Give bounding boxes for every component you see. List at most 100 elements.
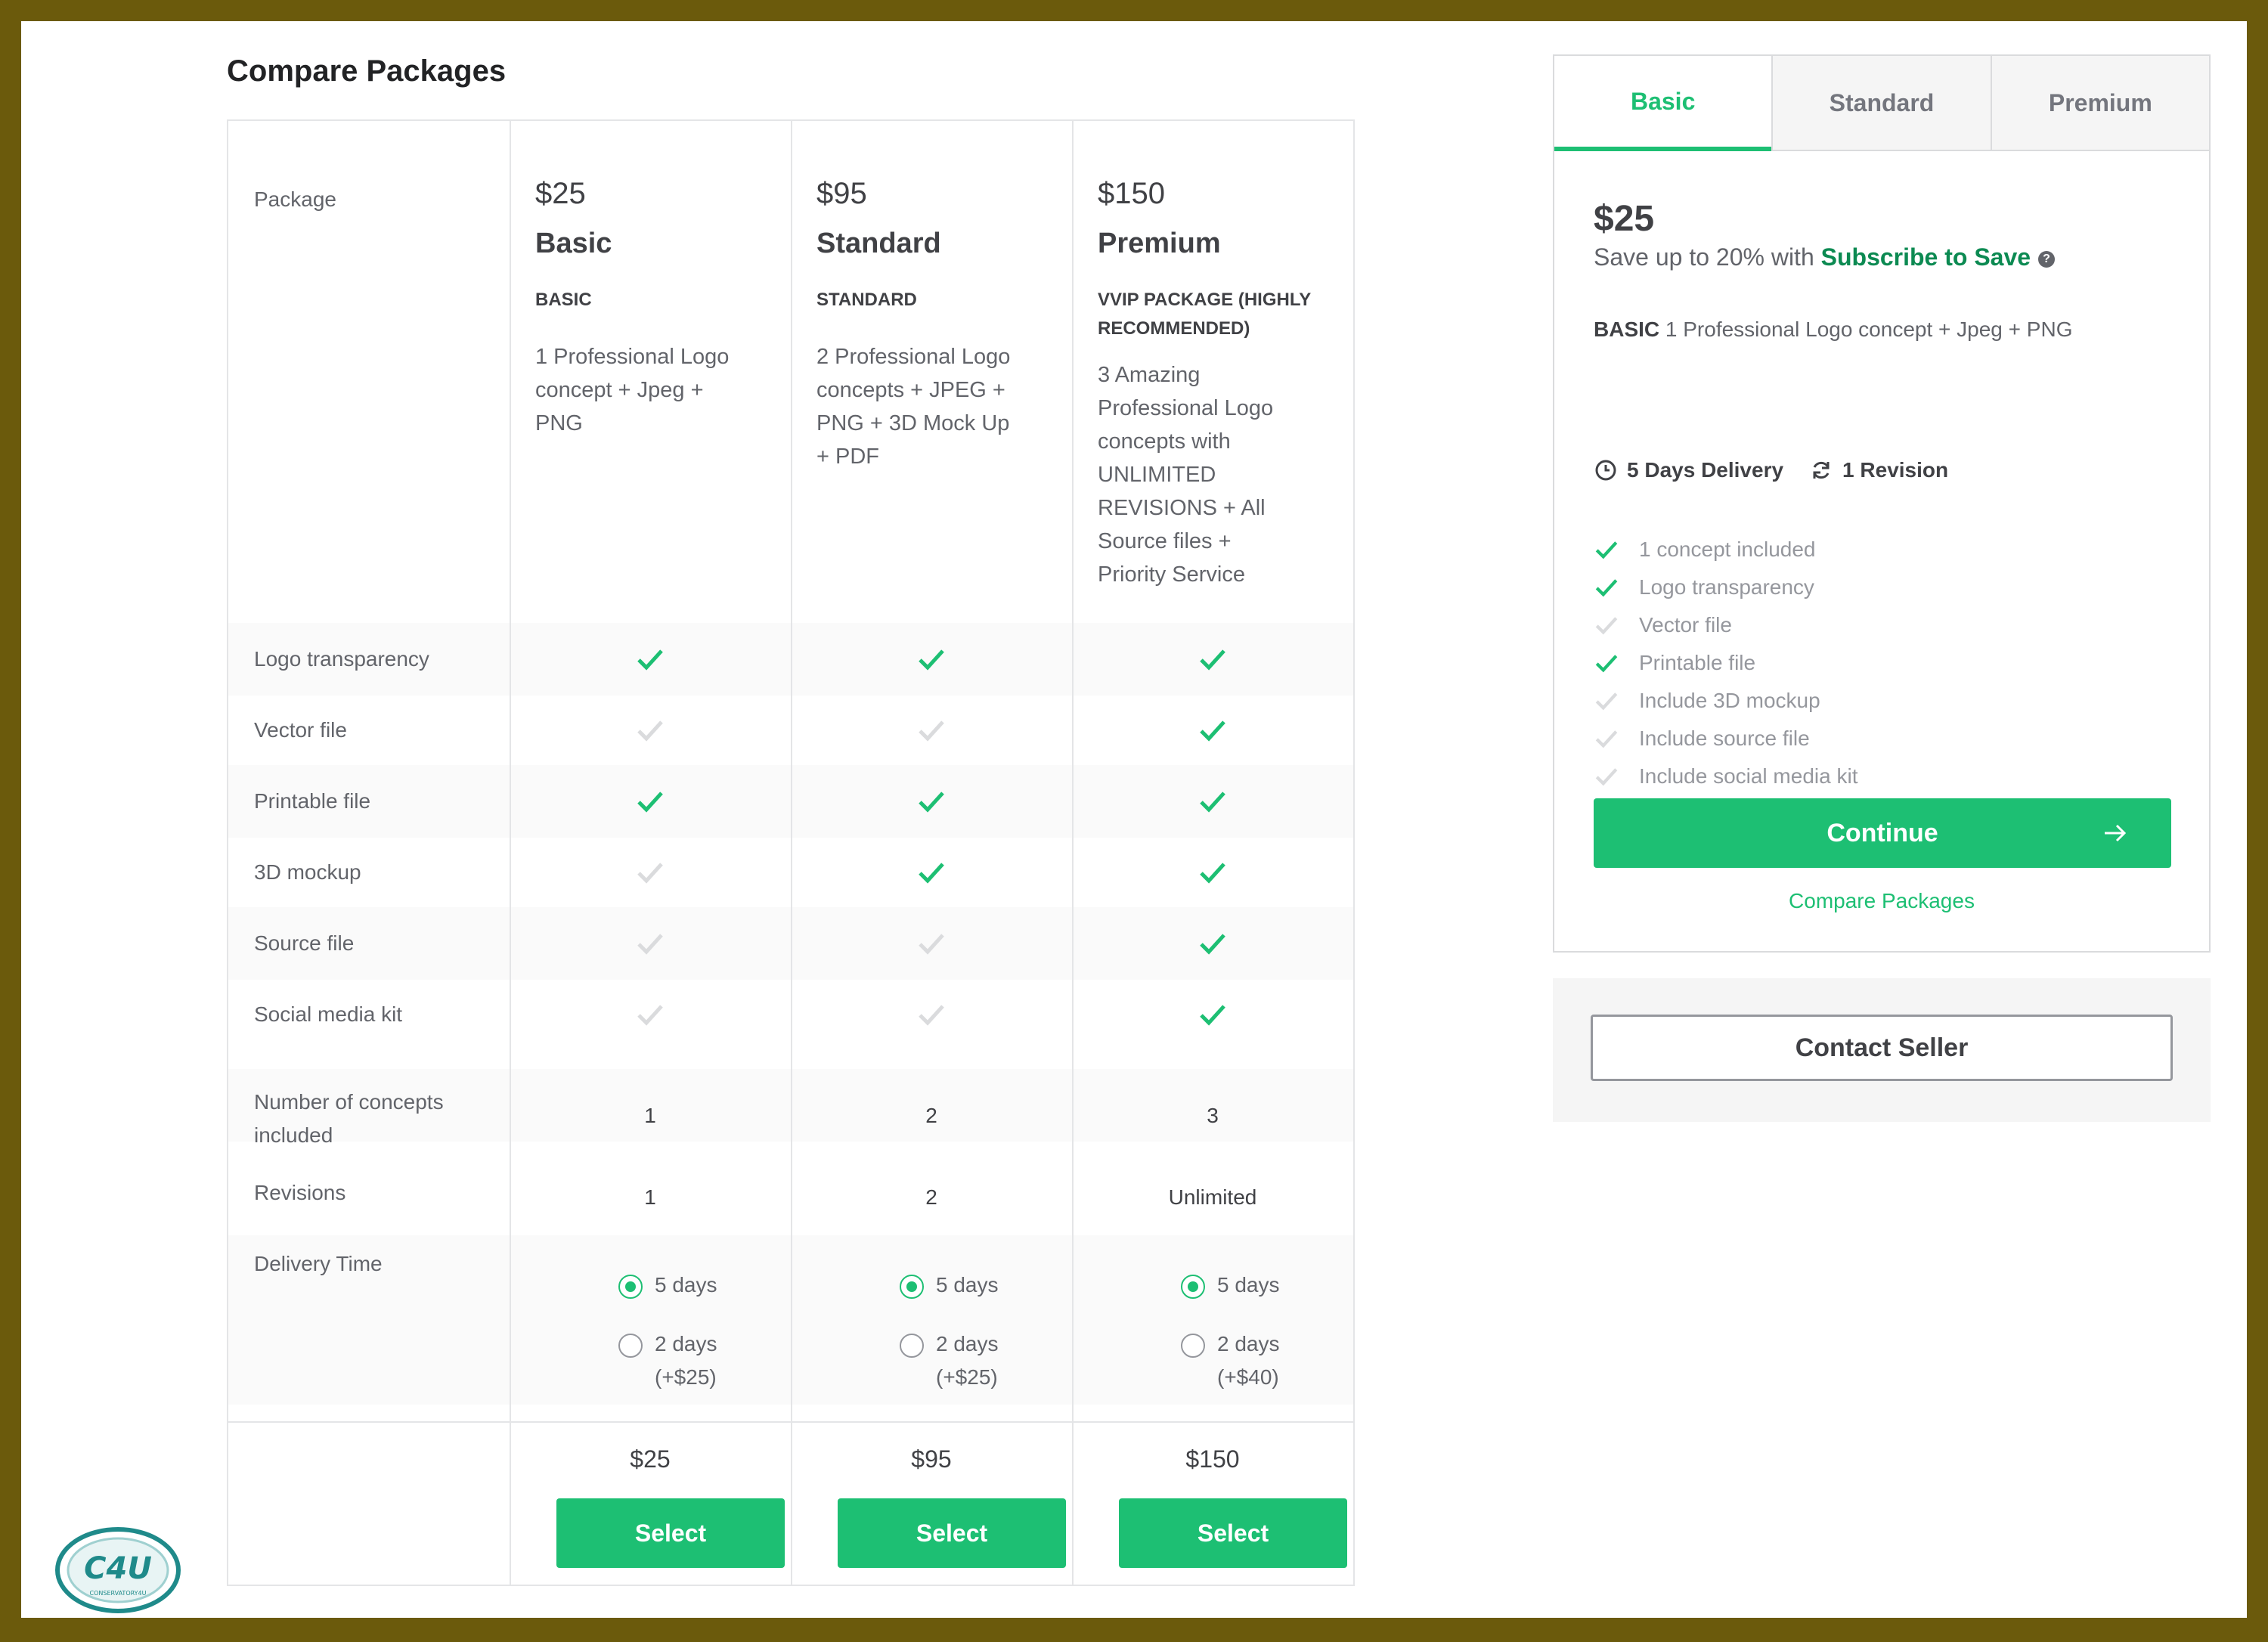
desc-line: concept + Jpeg + bbox=[535, 378, 704, 402]
tag-line: VVIP PACKAGE (HIGHLY bbox=[1098, 290, 1312, 310]
delivery-option-extra: (+$40) bbox=[1217, 1365, 1279, 1389]
delivery-option-extra: (+$25) bbox=[936, 1365, 998, 1389]
tab-basic[interactable]: Basic bbox=[1554, 56, 1772, 151]
check-icon bbox=[919, 649, 944, 671]
sidebar-feature: Include 3D mockup bbox=[1594, 688, 1820, 714]
check-icon-muted bbox=[919, 1005, 944, 1026]
delivery-option-extra: (+$25) bbox=[655, 1365, 717, 1389]
delivery-radio-5-days[interactable] bbox=[900, 1275, 924, 1299]
delivery-option-label: 2 days bbox=[655, 1332, 717, 1355]
delivery-option-label: 5 days bbox=[936, 1273, 999, 1297]
feature-label: Printable file bbox=[254, 789, 371, 813]
continue-button[interactable]: Continue bbox=[1594, 798, 2171, 868]
delivery-radio-2-days[interactable] bbox=[1181, 1334, 1205, 1358]
desc-line: UNLIMITED bbox=[1098, 463, 1216, 487]
delivery-radio-5-days[interactable] bbox=[618, 1275, 643, 1299]
contact-seller-button[interactable]: Contact Seller bbox=[1591, 1015, 2173, 1081]
feature-label: 3D mockup bbox=[254, 860, 361, 884]
desc-line: Professional Logo bbox=[1098, 396, 1274, 420]
check-icon-muted bbox=[1595, 768, 1618, 786]
desc-line: Priority Service bbox=[1098, 562, 1245, 587]
sidebar-feature: 1 concept included bbox=[1594, 537, 1816, 562]
desc-line: PNG + 3D Mock Up bbox=[816, 411, 1010, 435]
clock-icon bbox=[1595, 460, 1616, 481]
sidebar-feature-label: Vector file bbox=[1639, 613, 1732, 637]
package-name: Standard bbox=[816, 228, 941, 259]
check-icon bbox=[1595, 655, 1618, 673]
desc-line: Source files + bbox=[1098, 529, 1232, 553]
page-title: Compare Packages bbox=[227, 54, 507, 88]
tab-premium[interactable]: Premium bbox=[1990, 56, 2209, 151]
select-basic-button[interactable]: Select bbox=[556, 1498, 785, 1568]
feature-label: Social media kit bbox=[254, 1002, 403, 1026]
concepts-value: 3 bbox=[1207, 1104, 1219, 1127]
delivery-radio-2-days[interactable] bbox=[618, 1334, 643, 1358]
label-line: Number of concepts bbox=[254, 1090, 444, 1114]
col-divider bbox=[791, 121, 792, 1585]
sidebar-feature: Vector file bbox=[1594, 612, 1732, 638]
sidebar-feature-label: Printable file bbox=[1639, 651, 1756, 674]
sidebar-feature: Printable file bbox=[1594, 650, 1755, 676]
package-price: $25 bbox=[535, 177, 586, 210]
delivery-option-label: 5 days bbox=[1217, 1273, 1280, 1297]
sidebar-feature-label: Include 3D mockup bbox=[1639, 689, 1820, 712]
label-line: included bbox=[254, 1123, 333, 1147]
package-sidebar: Basic Standard Premium $25 Save up to 20… bbox=[1553, 54, 2211, 953]
refresh-icon bbox=[1813, 461, 1830, 479]
check-icon bbox=[637, 649, 663, 671]
select-standard-button[interactable]: Select bbox=[838, 1498, 1066, 1568]
revisions-value: 1 bbox=[644, 1185, 656, 1209]
sidebar-feature: Logo transparency bbox=[1594, 575, 1814, 600]
svg-text:C4U: C4U bbox=[84, 1551, 152, 1586]
contact-seller-panel: Contact Seller bbox=[1553, 978, 2211, 1122]
package-tag: STANDARD bbox=[816, 290, 917, 310]
check-icon bbox=[1200, 720, 1225, 742]
feature-label: Source file bbox=[254, 931, 355, 955]
delivery-option-label: 2 days bbox=[1217, 1332, 1280, 1355]
package-summary: BASIC 1 Professional Logo concept + Jpeg… bbox=[1594, 318, 2072, 342]
package-price: $150 bbox=[1098, 177, 1165, 210]
sidebar-feature: Include source file bbox=[1594, 726, 1810, 751]
check-icon bbox=[919, 863, 944, 884]
package-price: $95 bbox=[816, 177, 867, 210]
select-premium-button[interactable]: Select bbox=[1119, 1498, 1347, 1568]
sidebar-feature-label: Include social media kit bbox=[1639, 764, 1858, 788]
revisions-value: 2 bbox=[925, 1185, 937, 1209]
desc-line: concepts with bbox=[1098, 429, 1231, 454]
subscribe-to-save-link[interactable]: Subscribe to Save bbox=[1821, 243, 2031, 271]
delivery-radio-5-days[interactable] bbox=[1181, 1275, 1205, 1299]
check-icon bbox=[919, 792, 944, 813]
check-icon-muted bbox=[637, 720, 663, 742]
check-icon-muted bbox=[1595, 692, 1618, 711]
svg-text:CONSERVATORY4U: CONSERVATORY4U bbox=[90, 1590, 147, 1597]
footer-price: $150 bbox=[1185, 1445, 1240, 1473]
check-icon bbox=[1595, 541, 1618, 559]
package-header-basic: $25 Basic BASIC 1 Professional Logo conc… bbox=[535, 177, 777, 440]
feature-label: Logo transparency bbox=[254, 647, 429, 671]
tab-standard[interactable]: Standard bbox=[1771, 56, 1991, 151]
desc-line: 1 Professional Logo bbox=[535, 345, 730, 369]
compare-packages-link[interactable]: Compare Packages bbox=[1554, 889, 2209, 913]
check-icon-muted bbox=[1595, 730, 1618, 748]
desc-line: 3 Amazing bbox=[1098, 363, 1201, 387]
desc-line: PNG bbox=[535, 411, 583, 435]
check-icon-muted bbox=[637, 934, 663, 955]
package-description: 1 Professional Logo concept + Jpeg + PNG bbox=[535, 340, 777, 440]
package-header-standard: $95 Standard STANDARD 2 Professional Log… bbox=[816, 177, 1058, 473]
help-icon[interactable]: ? bbox=[2038, 250, 2056, 268]
check-icon-muted bbox=[637, 1005, 663, 1026]
concepts-value: 1 bbox=[644, 1104, 656, 1127]
delivery-radio-2-days[interactable] bbox=[900, 1334, 924, 1358]
sidebar-feature-label: Include source file bbox=[1639, 727, 1810, 750]
delivery-time-label: Delivery Time bbox=[254, 1252, 383, 1275]
check-icon bbox=[1200, 1005, 1225, 1026]
footer-price: $95 bbox=[911, 1445, 952, 1473]
revisions-value: Unlimited bbox=[1168, 1185, 1257, 1209]
revision-count: 1 Revision bbox=[1842, 458, 1949, 482]
tag-line: RECOMMENDED) bbox=[1098, 318, 1250, 339]
check-icon-muted bbox=[919, 934, 944, 955]
footer-price: $25 bbox=[630, 1445, 671, 1473]
sidebar-feature-label: 1 concept included bbox=[1639, 538, 1816, 561]
feature-label: Vector file bbox=[254, 718, 347, 742]
col-divider bbox=[510, 121, 511, 1585]
